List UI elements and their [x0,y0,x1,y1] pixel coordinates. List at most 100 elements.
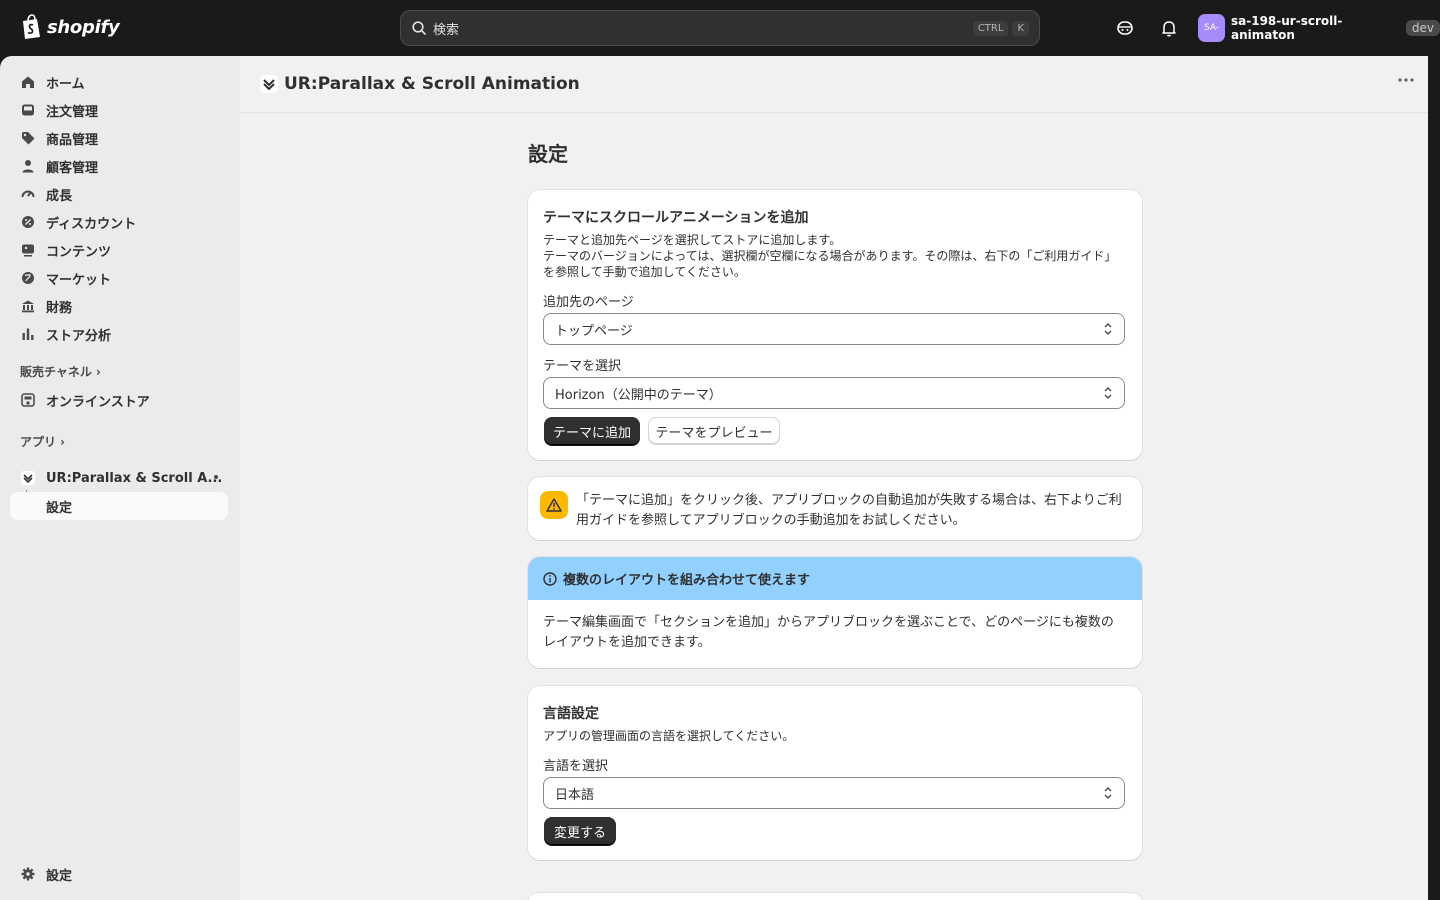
language-select-label: 言語を選択 [543,759,609,774]
sidebar-item-label: ストア分析 [46,328,112,344]
sidebar-item-label: 注文管理 [46,104,99,120]
warning-card: 「テーマに追加」をクリック後、アプリブロックの自動追加が失敗する場合は、右下より… [528,477,1142,540]
page-select[interactable]: トップページ [543,313,1125,345]
shopify-bag-icon [23,14,40,39]
bank-icon [20,298,36,314]
sidebar-item-label: コンテンツ [46,244,112,260]
app-logo-icon [260,75,278,93]
dev-badge: dev [1405,20,1440,36]
shortcut-key: K [1012,20,1029,36]
avatar: SA- [1198,14,1225,42]
search-bar[interactable]: 検索 CTRL K [400,10,1040,46]
sidebar-item-label: 財務 [46,300,73,316]
sidebar-item-discounts[interactable]: ディスカウント [10,208,228,236]
info-banner-title: 複数のレイアウトを組み合わせて使えます [563,573,811,588]
sidebar-item-online-store[interactable]: オンラインストア [10,386,228,414]
store-account-menu[interactable]: SA- sa-198-ur-scroll-animaton dev [1198,14,1440,42]
info-icon [543,571,557,586]
info-banner-card: 複数のレイアウトを組み合わせて使えます テーマ編集画面で「セクションを追加」から… [528,557,1142,668]
gauge-icon [20,186,36,202]
sidebar-item-label: 顧客管理 [46,160,99,176]
select-chevron-icon [1104,787,1112,799]
sidebar-item-label: オンラインストア [46,394,150,410]
discount-icon [20,214,36,230]
sidebar-item-markets[interactable]: マーケット [10,264,228,292]
sidebar-item-label: 成長 [46,188,73,204]
globe-icon [20,270,36,286]
language-card-desc: アプリの管理画面の言語を選択してください。 [543,729,795,743]
language-card-title: 言語設定 [543,706,599,722]
language-card: 言語設定 アプリの管理画面の言語を選択してください。 言語を選択 日本語 変更す… [528,686,1142,860]
theme-select-value: Horizon（公開中のテーマ） [555,387,722,403]
app-title: UR:Parallax & Scroll Animation [284,74,580,94]
store-name: sa-198-ur-scroll-animaton [1231,14,1343,42]
storefront-icon [20,392,36,408]
sidebar-item-label: マーケット [46,272,112,288]
sidebar-item-app[interactable]: UR:Parallax & Scroll A... [10,464,228,492]
sidekick-icon[interactable] [1115,18,1135,38]
bell-icon[interactable] [1159,18,1179,38]
sidebar-item-label: ホーム [46,76,85,92]
gear-icon [20,866,36,882]
sidebar-subitem-settings[interactable]: 設定 [10,492,228,520]
chevron-right-icon: › [60,434,65,449]
warning-line-1: 「テーマに追加」をクリック後、アプリブロックの自動追加が失敗する場合は、右下より… [576,493,1122,508]
add-to-theme-button[interactable]: テーマに追加 [544,417,640,445]
sidebar-item-label: 設定 [46,500,73,516]
shopify-logo[interactable]: shopify [20,14,120,40]
sidebar-item-products[interactable]: 商品管理 [10,124,228,152]
change-language-button[interactable]: 変更する [544,817,616,845]
top-bar: shopify 検索 CTRL K SA- sa-198-ur-scroll-a… [0,0,1440,56]
app-header: UR:Parallax & Scroll Animation [240,56,1428,113]
apps-section[interactable]: アプリ › [20,433,65,450]
page-select-label: 追加先のページ [543,295,634,310]
select-chevron-icon [1104,323,1112,335]
content-icon [20,242,36,258]
window-edge [1428,56,1440,900]
chevron-right-icon: › [95,364,101,379]
info-banner-header: 複数のレイアウトを組み合わせて使えます [528,557,1142,600]
sidebar-item-home[interactable]: ホーム [10,68,228,96]
sidebar-item-growth[interactable]: 成長 [10,180,228,208]
sidebar-item-settings[interactable]: 設定 [10,860,228,888]
add-to-theme-card: テーマにスクロールアニメーションを追加 テーマと追加先ページを選択してストアに追… [528,190,1142,460]
warning-line-2: 用ガイドを参照してアプリブロックの手動追加をお試しください。 [576,513,966,528]
language-select-value: 日本語 [555,787,595,803]
pin-dot-icon [214,475,218,479]
search-icon [412,21,426,35]
home-icon [20,74,36,90]
apps-label: アプリ [20,435,57,449]
sidebar-item-orders[interactable]: 注文管理 [10,96,228,124]
select-chevron-icon [1104,387,1112,399]
sales-channels-section[interactable]: 販売チャネル › [20,363,101,380]
add-card-desc-1: テーマと追加先ページを選択してストアに追加します。 [543,233,842,247]
person-icon [20,158,36,174]
next-card [528,893,1142,900]
preview-theme-button[interactable]: テーマをプレビュー [648,417,780,445]
sidebar-item-label: ディスカウント [46,216,137,232]
sidebar-item-customers[interactable]: 顧客管理 [10,152,228,180]
tag-icon [20,130,36,146]
sidebar-item-label: 商品管理 [46,132,99,148]
theme-select[interactable]: Horizon（公開中のテーマ） [543,377,1125,409]
info-line-1: テーマ編集画面で「セクションを追加」からアプリブロックを選ぶことで、どのページに… [543,615,1114,630]
add-card-desc-2: テーマのバージョンによっては、選択欄が空欄になる場合があります。その際は、右下の… [543,249,1117,263]
bar-chart-icon [20,326,36,342]
page-select-value: トップページ [555,323,633,339]
shopify-wordmark: shopify [47,16,120,38]
sales-channels-label: 販売チャネル [20,365,92,379]
theme-select-label: テーマを選択 [543,359,622,374]
app-name: UR:Parallax & Scroll A... [46,470,223,486]
sidebar-item-finance[interactable]: 財務 [10,292,228,320]
sidebar-item-analytics[interactable]: ストア分析 [10,320,228,348]
language-select[interactable]: 日本語 [543,777,1125,809]
main-content: UR:Parallax & Scroll Animation 設定 テーマにスク… [240,56,1428,900]
warning-icon [540,491,568,519]
sidebar: ホーム 注文管理 商品管理 顧客管理 成長 ディスカウント コンテンツ マーケッ… [0,56,240,900]
more-options-icon[interactable] [1398,78,1414,82]
sidebar-item-content[interactable]: コンテンツ [10,236,228,264]
info-line-2: レイアウトを追加できます。 [543,635,711,650]
page-title: 設定 [528,142,568,166]
app-logo-icon [20,470,36,486]
